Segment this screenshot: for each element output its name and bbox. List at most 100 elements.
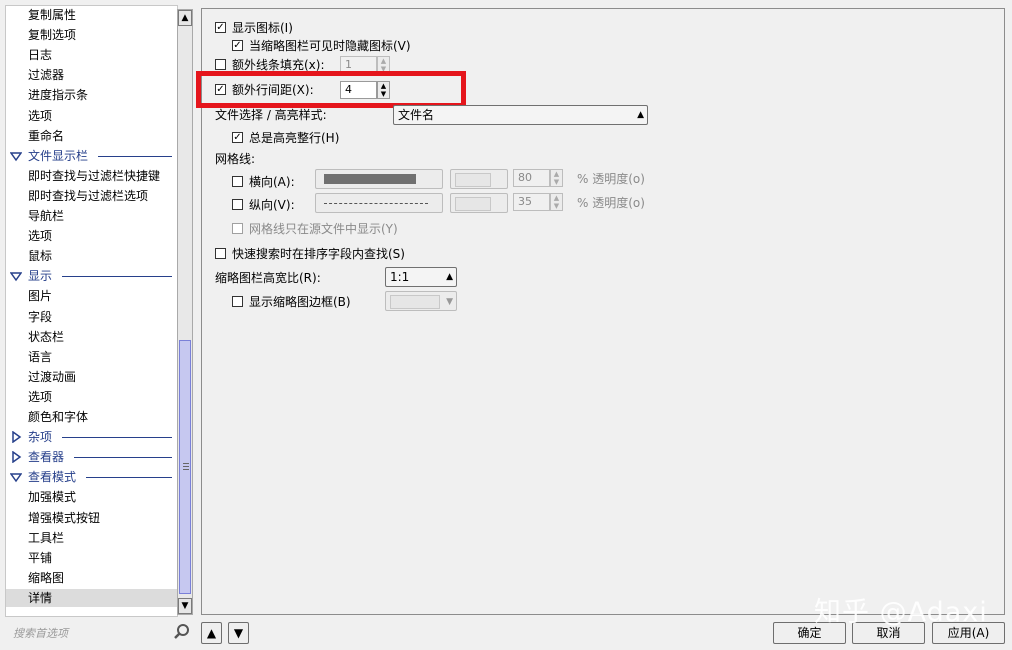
expand-down-icon[interactable] [10,471,22,483]
color-swatch [390,295,440,309]
scroll-thumb[interactable] [179,340,191,594]
search-box[interactable]: 搜索首选项 [7,621,193,643]
color-swatch [455,197,491,211]
gridline-vertical-opacity-spin[interactable]: ▲ ▼ [550,193,563,211]
thumb-ratio-value: 1:1 [390,270,410,284]
group-divider [74,456,172,458]
tree-item[interactable]: 语言 [28,348,52,366]
dashed-line-sample [324,203,428,204]
tree-item[interactable]: 复制属性 [28,6,76,24]
gridline-horizontal-label: 横向(A): [249,175,295,189]
thumb-ratio-label: 缩略图栏高宽比(R): [215,271,321,285]
group-divider [86,476,172,478]
gridlines-label: 网格线: [215,152,256,166]
extra-line-fill-checkbox[interactable] [215,59,226,70]
tree-item[interactable]: 图片 [28,287,52,305]
search-icon[interactable] [173,623,191,641]
tree-item[interactable]: 导航栏 [28,207,64,225]
gridline-source-only-label: 网格线只在源文件中显示(Y) [249,222,398,236]
preferences-tree[interactable]: 复制属性 复制选项 日志 过滤器 进度指示条 选项 重命名 文件显示栏 即时查找与过滤栏快捷键即… [5,5,178,617]
tree-group-label: 查看器 [28,450,65,464]
thumb-border-color-combo[interactable]: ▼ [385,291,457,311]
show-thumb-border-label: 显示缩略图边框(B) [249,295,351,309]
quick-search-sorted-checkbox[interactable] [215,248,226,259]
gridline-horizontal-checkbox[interactable] [232,176,243,187]
scroll-up-button[interactable]: ▲ [178,10,192,26]
solid-line-sample [324,174,416,184]
group-divider [62,436,172,438]
combo-arrows-icon: ▲ [637,110,644,120]
gridline-vertical-opacity-label: % 透明度(o) [577,196,645,210]
quick-search-sorted-label: 快速搜索时在排序字段内查找(S) [232,247,405,261]
expand-down-icon[interactable] [10,270,22,282]
gridline-horizontal-opacity-input[interactable]: 80 [513,169,550,187]
tree-item[interactable]: 进度指示条 [28,86,88,104]
tree-item[interactable]: 工具栏 [28,529,64,547]
tree-item[interactable]: 选项 [28,227,52,245]
tree-item[interactable]: 日志 [28,46,52,64]
always-highlight-row-checkbox[interactable]: ✓ [232,132,243,143]
tree-item[interactable]: 增强模式按钮 [28,509,100,527]
file-select-style-label: 文件选择 / 高亮样式: [215,108,327,122]
expand-down-icon[interactable] [10,150,22,162]
move-up-button[interactable]: ▲ [201,622,222,644]
gridline-source-only-checkbox[interactable] [232,223,243,234]
tree-item[interactable]: 颜色和字体 [28,408,88,426]
extra-line-fill-label: 额外线条填充(x): [232,58,325,72]
tree-item[interactable]: 复制选项 [28,26,76,44]
expand-right-icon[interactable] [10,431,22,443]
combo-arrows-icon: ▲ [446,272,453,282]
highlight-box [196,71,466,108]
tree-item[interactable]: 重命名 [28,127,64,145]
tree-item[interactable]: 即时查找与过滤栏选项 [28,187,148,205]
tree-item[interactable]: 平铺 [28,549,52,567]
tree-group[interactable]: 查看器 [10,448,172,466]
show-icons-checkbox[interactable]: ✓ [215,22,226,33]
tree-group-label: 查看模式 [28,470,77,484]
tree-item[interactable]: 过滤器 [28,66,64,84]
tree-group[interactable]: 文件显示栏 [10,147,172,165]
always-highlight-row-label: 总是高亮整行(H) [249,131,340,145]
tree-item[interactable]: 状态栏 [28,328,64,346]
tree-group[interactable]: 显示 [10,267,172,285]
tree-item[interactable]: 过渡动画 [28,368,76,386]
chevron-down-icon: ▼ [446,297,453,307]
file-select-style-combo[interactable]: 文件名 ▲ [393,105,648,125]
show-icons-label: 显示图标(I) [232,21,293,35]
tree-item[interactable]: 加强模式 [28,488,76,506]
tree-group-label: 显示 [28,269,53,283]
group-divider [98,155,172,157]
tree-group[interactable]: 杂项 [10,428,172,446]
watermark: 知乎 @Adaxi [814,597,988,628]
tree-item[interactable]: 选项 [28,388,52,406]
tree-group-label: 文件显示栏 [28,149,89,163]
hide-icons-when-thumb-checkbox[interactable]: ✓ [232,40,243,51]
gridline-horizontal-color-combo[interactable] [450,169,508,189]
thumb-ratio-combo[interactable]: 1:1 ▲ [385,267,457,287]
tree-item[interactable]: 鼠标 [28,247,52,265]
tree-item[interactable]: 详情 [6,589,177,607]
arrow-down-icon: ▼ [233,626,244,640]
tree-item[interactable]: 字段 [28,308,52,326]
search-input[interactable]: 搜索首选项 [13,625,68,641]
file-select-style-value: 文件名 [398,108,435,122]
gridline-vertical-style-combo[interactable] [315,193,443,213]
tree-scrollbar[interactable]: ▲ ▼ [177,9,193,615]
gridline-horizontal-style-combo[interactable] [315,169,443,189]
tree-group[interactable]: 查看模式 [10,468,172,486]
gridline-horizontal-opacity-spin[interactable]: ▲ ▼ [550,169,563,187]
tree-item[interactable]: 缩略图 [28,569,64,587]
tree-item[interactable]: 即时查找与过滤栏快捷键 [28,167,160,185]
tree-item[interactable]: 选项 [28,107,52,125]
show-thumb-border-checkbox[interactable] [232,296,243,307]
scroll-down-button[interactable]: ▼ [178,598,192,614]
color-swatch [455,173,491,187]
move-down-button[interactable]: ▼ [228,622,249,644]
group-divider [62,275,172,277]
gridline-vertical-checkbox[interactable] [232,199,243,210]
gridline-vertical-color-combo[interactable] [450,193,508,213]
tree-group-label: 杂项 [28,430,53,444]
expand-right-icon[interactable] [10,451,22,463]
gridline-vertical-opacity-input[interactable]: 35 [513,193,550,211]
gridline-vertical-label: 纵向(V): [249,198,295,212]
